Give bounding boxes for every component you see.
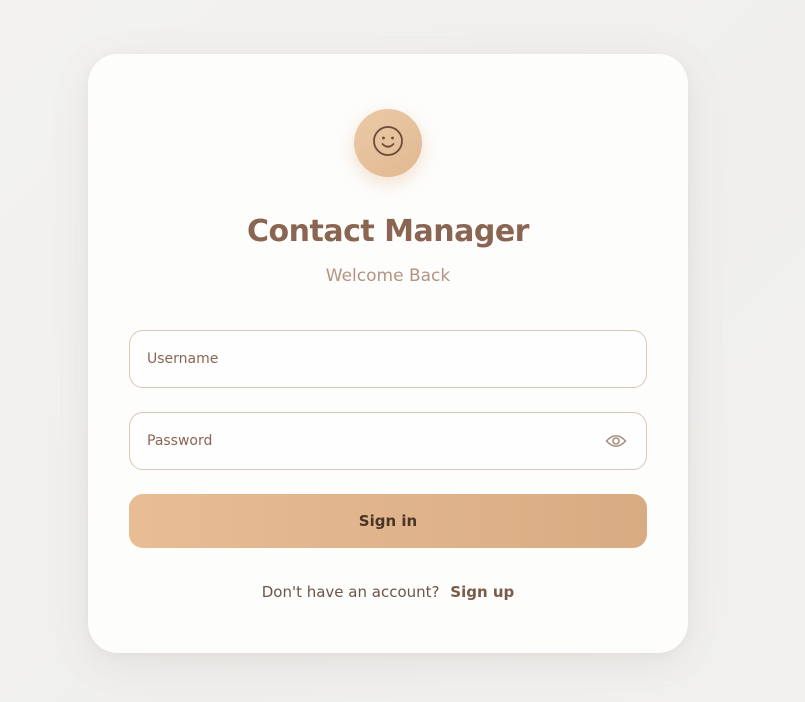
eye-icon[interactable] xyxy=(604,429,628,453)
smiley-face-icon xyxy=(372,125,404,161)
signup-prompt: Don't have an account? Sign up xyxy=(88,583,688,601)
signup-prompt-text: Don't have an account? xyxy=(261,583,440,601)
username-field[interactable] xyxy=(129,330,647,388)
password-field[interactable] xyxy=(129,412,647,470)
page-title: Contact Manager xyxy=(247,214,529,249)
sign-up-link[interactable]: Sign up xyxy=(450,583,514,601)
login-card: Contact Manager Welcome Back Sign in Don… xyxy=(88,54,688,653)
sign-in-button[interactable]: Sign in xyxy=(129,494,647,548)
username-input[interactable] xyxy=(147,351,628,367)
password-input[interactable] xyxy=(147,433,604,449)
page-subtitle: Welcome Back xyxy=(325,266,451,286)
avatar xyxy=(354,109,422,177)
